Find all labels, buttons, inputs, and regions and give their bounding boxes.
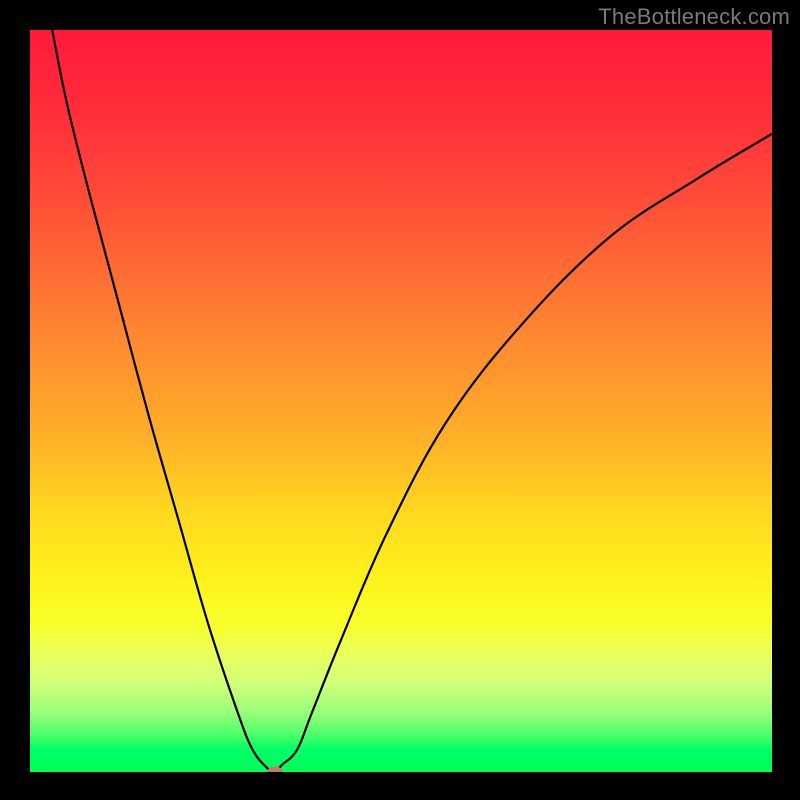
curve-svg <box>30 30 772 772</box>
minimum-marker <box>267 767 283 773</box>
plot-area <box>30 30 772 772</box>
bottleneck-curve <box>52 30 772 772</box>
watermark-text: TheBottleneck.com <box>598 4 790 30</box>
chart-container: TheBottleneck.com <box>0 0 800 800</box>
